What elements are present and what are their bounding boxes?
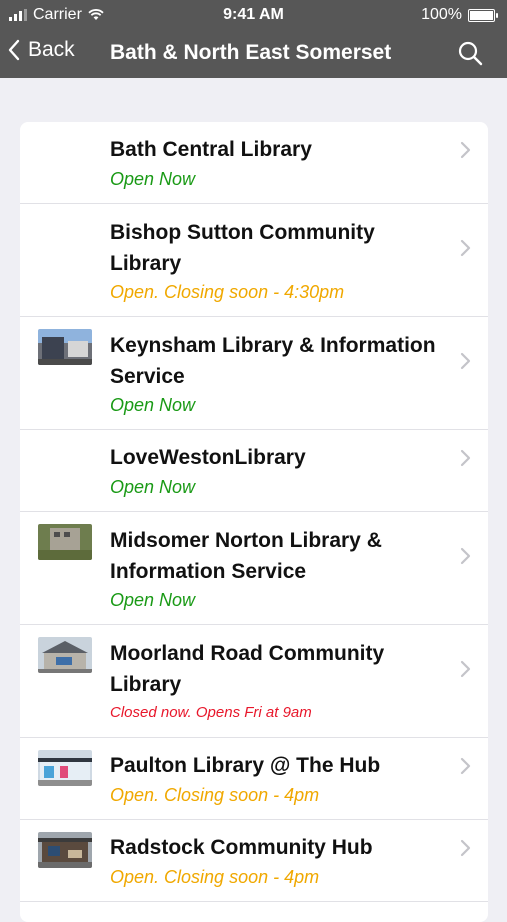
chevron-right-icon bbox=[460, 839, 471, 857]
library-row[interactable]: Moorland Road Community Library Closed n… bbox=[20, 625, 488, 738]
library-name: Bath Central Library bbox=[110, 138, 312, 161]
library-status: Open. Closing soon - 4pm bbox=[110, 867, 320, 887]
search-icon[interactable] bbox=[457, 40, 483, 66]
library-name: Paulton Library @ The Hub bbox=[110, 754, 381, 777]
chevron-right-icon bbox=[460, 239, 471, 257]
back-button[interactable]: Back bbox=[8, 38, 75, 62]
status-bar: Carrier 9:41 AM 100% bbox=[0, 0, 507, 30]
library-row[interactable]: Midsomer Norton Library & Information Se… bbox=[20, 512, 488, 625]
library-status: Open Now bbox=[110, 395, 196, 415]
back-label: Back bbox=[28, 38, 75, 61]
library-name: Midsomer Norton Library & Information Se… bbox=[110, 529, 382, 583]
library-status: Open. Closing soon - 4:30pm bbox=[110, 282, 345, 302]
library-name: Radstock Community Hub bbox=[110, 836, 373, 859]
library-name: Bishop Sutton Community Library bbox=[110, 221, 375, 275]
library-photo bbox=[38, 524, 92, 560]
library-list: Bath Central Library Open Now Bishop Sut… bbox=[20, 122, 488, 922]
page-title: Bath & North East Somerset bbox=[110, 41, 392, 64]
chevron-left-icon bbox=[8, 39, 20, 61]
library-row[interactable]: Bath Central Library Open Now bbox=[20, 122, 488, 204]
library-photo bbox=[38, 750, 92, 786]
chevron-right-icon bbox=[460, 660, 471, 678]
library-row[interactable]: Keynsham Library & Information Service O… bbox=[20, 317, 488, 430]
library-status: Open. Closing soon - 4pm bbox=[110, 785, 320, 805]
library-name: Keynsham Library & Information Service bbox=[110, 334, 436, 388]
chevron-right-icon bbox=[460, 547, 471, 565]
library-photo bbox=[38, 832, 92, 868]
library-row[interactable]: LoveWestonLibrary Open Now bbox=[20, 430, 488, 512]
chevron-right-icon bbox=[460, 141, 471, 159]
navigation-bar: Back Bath & North East Somerset bbox=[0, 30, 507, 78]
library-name: Moorland Road Community Library bbox=[110, 642, 385, 696]
library-status: Closed now. Opens Fri at 9am bbox=[110, 704, 312, 721]
library-photo bbox=[38, 637, 92, 673]
library-row[interactable]: Radstock Community Hub Open. Closing soo… bbox=[20, 820, 488, 902]
chevron-right-icon bbox=[460, 757, 471, 775]
library-photo bbox=[38, 329, 92, 365]
library-status: Open Now bbox=[110, 477, 196, 497]
chevron-right-icon bbox=[460, 352, 471, 370]
library-status: Open Now bbox=[110, 590, 196, 610]
library-status: Open Now bbox=[110, 169, 196, 189]
chevron-right-icon bbox=[460, 449, 471, 467]
library-row[interactable]: Bishop Sutton Community Library Open. Cl… bbox=[20, 204, 488, 317]
library-name: LoveWestonLibrary bbox=[110, 446, 306, 469]
battery-icon bbox=[468, 8, 498, 22]
battery-group: 100% bbox=[421, 6, 498, 24]
battery-percent: 100% bbox=[421, 6, 462, 23]
library-row[interactable]: Paulton Library @ The Hub Open. Closing … bbox=[20, 738, 488, 820]
